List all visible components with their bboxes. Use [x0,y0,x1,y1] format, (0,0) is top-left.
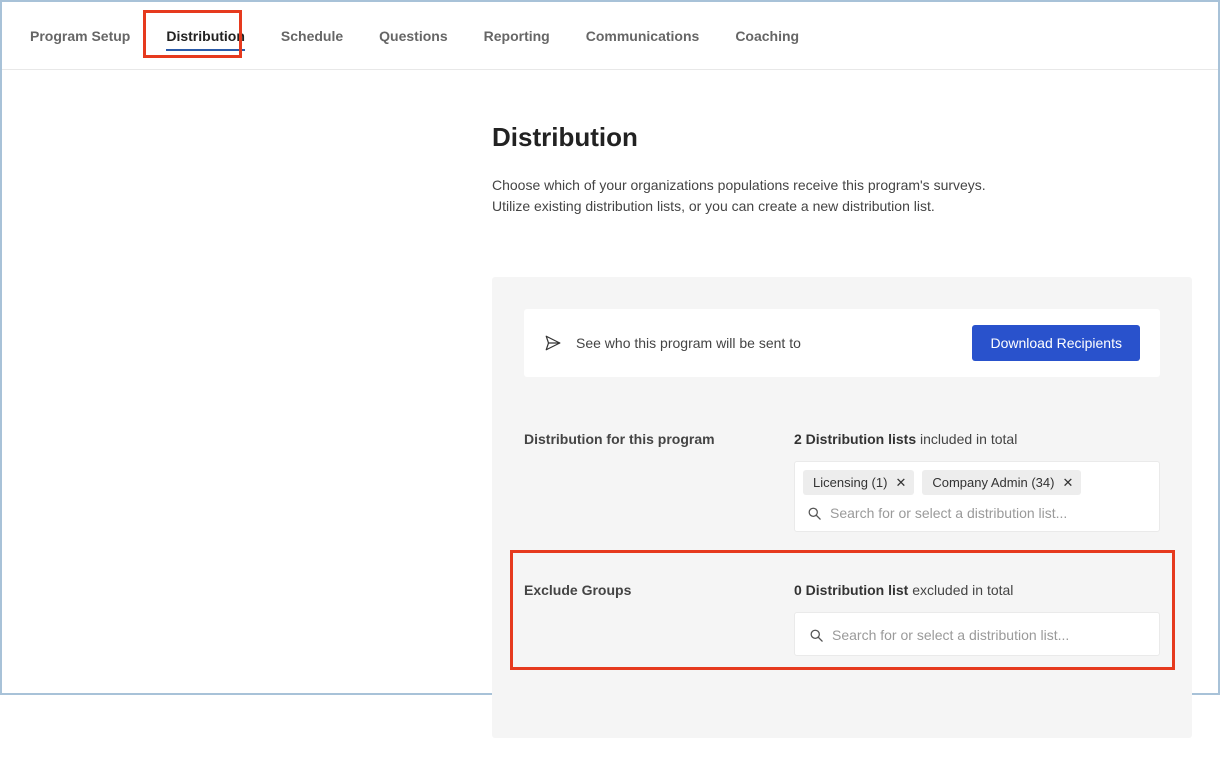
chip-label: Company Admin (34) [932,475,1054,490]
close-icon[interactable]: ✕ [1062,476,1073,489]
excluded-section: Exclude Groups 0 Distribution list exclu… [524,582,1160,656]
included-section-label: Distribution for this program [524,431,774,532]
search-icon [809,628,824,643]
included-lists-box: Licensing (1) ✕ Company Admin (34) ✕ [794,461,1160,532]
close-icon[interactable]: ✕ [895,476,906,489]
distribution-card: See who this program will be sent to Dow… [492,277,1192,738]
content-area: Distribution Choose which of your organi… [2,70,1218,768]
tab-coaching[interactable]: Coaching [717,2,817,69]
page-description: Choose which of your organizations popul… [492,175,1188,217]
excluded-count: 0 Distribution list excluded in total [794,582,1160,598]
included-search-input[interactable] [830,505,1147,521]
included-count: 2 Distribution lists included in total [794,431,1160,447]
excluded-search-input[interactable] [832,627,1145,643]
send-icon [544,334,562,352]
page-title: Distribution [492,122,1188,153]
included-chip: Company Admin (34) ✕ [922,470,1081,495]
tab-program-setup[interactable]: Program Setup [12,2,148,69]
chip-label: Licensing (1) [813,475,887,490]
tab-questions[interactable]: Questions [361,2,465,69]
excluded-section-label: Exclude Groups [524,582,774,656]
tab-communications[interactable]: Communications [568,2,718,69]
excluded-lists-box [794,612,1160,656]
included-chip: Licensing (1) ✕ [803,470,914,495]
tab-distribution[interactable]: Distribution [148,2,263,69]
recipients-info-text: See who this program will be sent to [576,335,801,351]
tab-schedule[interactable]: Schedule [263,2,361,69]
recipients-info-bar: See who this program will be sent to Dow… [524,309,1160,377]
search-icon [807,506,822,521]
tabs-bar: Program Setup Distribution Schedule Ques… [2,2,1218,70]
tab-reporting[interactable]: Reporting [466,2,568,69]
download-recipients-button[interactable]: Download Recipients [972,325,1140,361]
included-section: Distribution for this program 2 Distribu… [524,431,1160,532]
